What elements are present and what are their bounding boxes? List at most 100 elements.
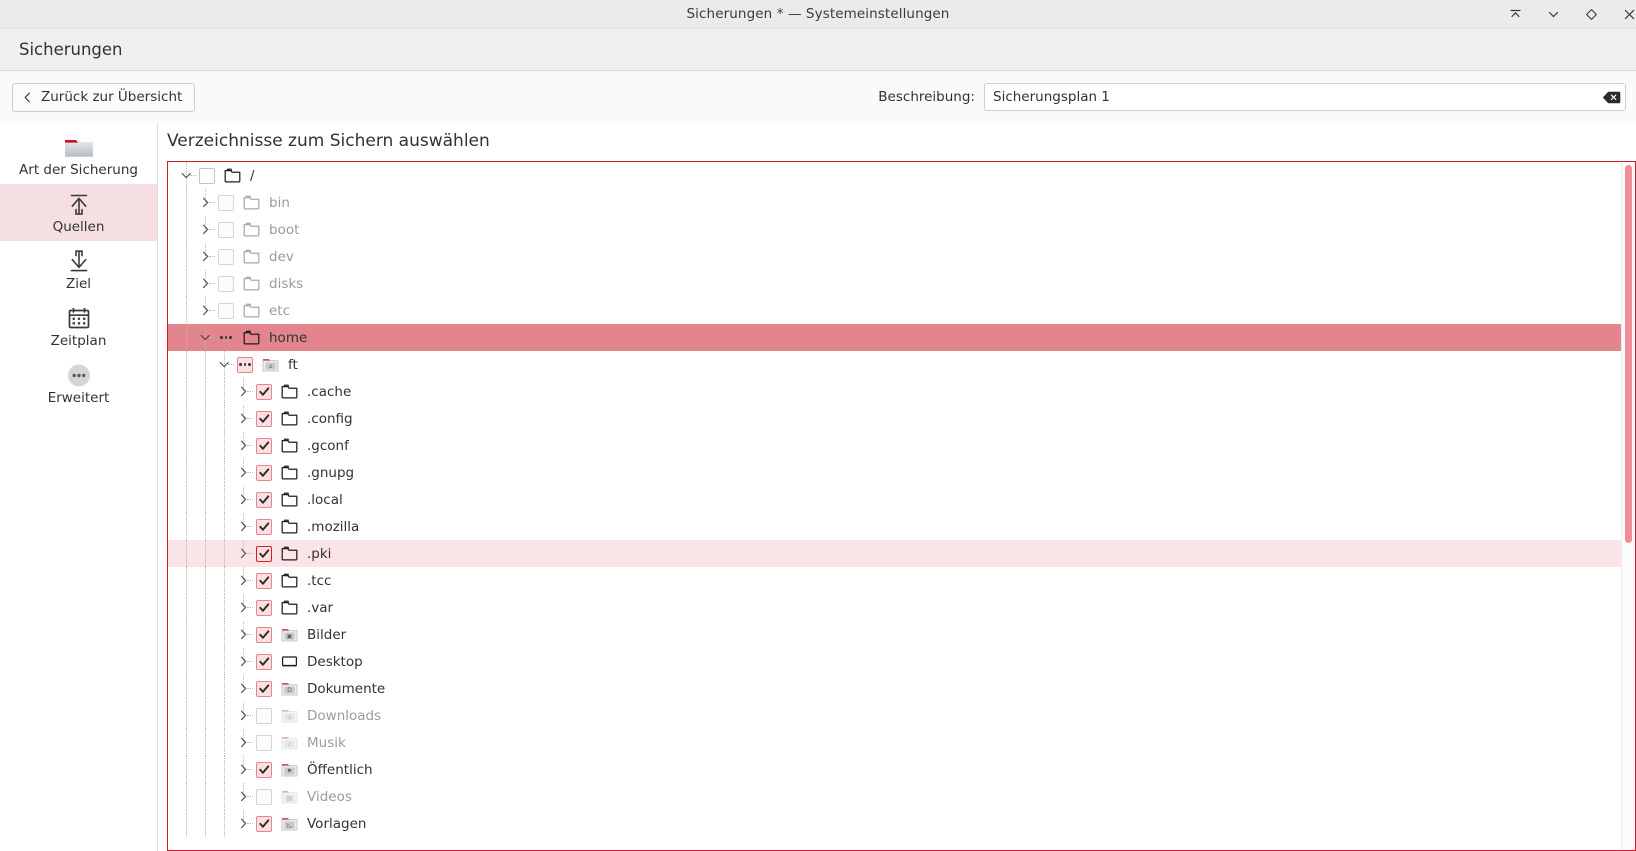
tree-guide-line — [177, 297, 196, 324]
close-icon[interactable] — [1618, 3, 1636, 25]
tree-row[interactable]: ▣ Bilder — [168, 621, 1621, 648]
tree-checkbox[interactable] — [256, 518, 272, 535]
tree-expand-icon[interactable] — [234, 756, 253, 783]
tree-collapse-icon[interactable] — [215, 351, 234, 378]
tree-row[interactable]: ▤ Videos — [168, 783, 1621, 810]
tree-expand-icon[interactable] — [234, 702, 253, 729]
tree-expand-icon[interactable] — [234, 729, 253, 756]
tree-row[interactable]: ♪ Musik — [168, 729, 1621, 756]
tree-expand-icon[interactable] — [234, 405, 253, 432]
tree-checkbox[interactable] — [256, 464, 272, 481]
tree-checkbox[interactable] — [256, 626, 272, 643]
description-input[interactable] — [985, 84, 1625, 110]
tree-checkbox[interactable] — [199, 167, 215, 184]
tree-row[interactable]: ◺ Vorlagen — [168, 810, 1621, 837]
tree-checkbox[interactable] — [256, 491, 272, 508]
tree-checkbox[interactable] — [256, 572, 272, 589]
tree-checkbox[interactable] — [256, 815, 272, 832]
tree-row[interactable]: dev — [168, 243, 1621, 270]
tree-row[interactable]: .cache — [168, 378, 1621, 405]
tree-guide-line — [196, 351, 215, 378]
tree-row[interactable]: ⌂ ft — [168, 351, 1621, 378]
scrollbar-thumb[interactable] — [1625, 165, 1632, 543]
tree-row[interactable]: D Dokumente — [168, 675, 1621, 702]
tree-expand-icon[interactable] — [196, 216, 215, 243]
tree-checkbox[interactable] — [256, 545, 272, 562]
tree-row[interactable]: Desktop — [168, 648, 1621, 675]
tree-row[interactable]: .mozilla — [168, 513, 1621, 540]
tree-row[interactable]: ↓ Downloads — [168, 702, 1621, 729]
tree-expand-icon[interactable] — [234, 594, 253, 621]
tree-indent — [168, 486, 253, 513]
clear-backspace-icon[interactable] — [1601, 90, 1621, 104]
sidebar-item-art-der-sicherung[interactable]: Art der Sicherung — [0, 127, 157, 184]
tree-expand-icon[interactable] — [234, 810, 253, 837]
tree-expand-icon[interactable] — [196, 297, 215, 324]
tree-expand-icon[interactable] — [234, 621, 253, 648]
tree-collapse-icon[interactable] — [196, 324, 215, 351]
sidebar-item-quellen[interactable]: Quellen — [0, 184, 157, 241]
tree-checkbox[interactable] — [256, 599, 272, 616]
tree-expand-icon[interactable] — [234, 783, 253, 810]
sidebar-item-erweitert[interactable]: Erweitert — [0, 355, 157, 412]
tree-checkbox[interactable] — [256, 734, 272, 751]
tree-expand-icon[interactable] — [196, 189, 215, 216]
tree-expand-icon[interactable] — [234, 378, 253, 405]
tree-expand-icon[interactable] — [234, 513, 253, 540]
tree-checkbox[interactable] — [218, 302, 234, 319]
tree-guide-line — [196, 783, 215, 810]
description-field[interactable] — [984, 83, 1626, 111]
tree-checkbox[interactable] — [237, 356, 253, 373]
tree-expand-icon[interactable] — [234, 432, 253, 459]
tree-row[interactable]: disks — [168, 270, 1621, 297]
tree-indent — [168, 324, 215, 351]
tree-row[interactable]: boot — [168, 216, 1621, 243]
sidebar-item-zeitplan[interactable]: Zeitplan — [0, 298, 157, 355]
tree-expand-icon[interactable] — [234, 540, 253, 567]
back-to-overview-button[interactable]: Zurück zur Übersicht — [12, 82, 196, 112]
tree-row[interactable]: .local — [168, 486, 1621, 513]
diamond-icon[interactable] — [1580, 3, 1602, 25]
tree-collapse-icon[interactable] — [177, 162, 196, 189]
folder-icon — [221, 162, 243, 189]
collapse-up-icon[interactable] — [1504, 3, 1526, 25]
tree-expand-icon[interactable] — [196, 243, 215, 270]
tree-row[interactable]: home — [168, 324, 1621, 351]
tree-guide-line — [215, 459, 234, 486]
vertical-scrollbar[interactable] — [1621, 162, 1635, 850]
tree-expand-icon[interactable] — [234, 486, 253, 513]
tree-checkbox[interactable] — [218, 221, 234, 238]
tree-checkbox[interactable] — [218, 194, 234, 211]
tree-checkbox[interactable] — [256, 653, 272, 670]
folder-documents-icon: D — [278, 675, 300, 702]
sidebar-item-ziel[interactable]: Ziel — [0, 241, 157, 298]
tree-checkbox[interactable] — [218, 330, 234, 346]
tree-checkbox[interactable] — [256, 383, 272, 400]
tree-expand-icon[interactable] — [234, 675, 253, 702]
tree-checkbox[interactable] — [218, 248, 234, 265]
tree-checkbox[interactable] — [256, 788, 272, 805]
tree-row[interactable]: .tcc — [168, 567, 1621, 594]
chevron-down-icon[interactable] — [1542, 3, 1564, 25]
tree-checkbox[interactable] — [218, 275, 234, 292]
tree-expand-icon[interactable] — [196, 270, 215, 297]
tree-checkbox[interactable] — [256, 761, 272, 778]
tree-guide-line — [196, 513, 215, 540]
tree-checkbox[interactable] — [256, 437, 272, 454]
tree-expand-icon[interactable] — [234, 459, 253, 486]
tree-expand-icon[interactable] — [234, 648, 253, 675]
tree-checkbox[interactable] — [256, 707, 272, 724]
tree-row[interactable]: .var — [168, 594, 1621, 621]
tree-checkbox[interactable] — [256, 410, 272, 427]
tree-checkbox[interactable] — [256, 680, 272, 697]
tree-row[interactable]: .gnupg — [168, 459, 1621, 486]
tree-row[interactable]: etc — [168, 297, 1621, 324]
tree-row[interactable]: .gconf — [168, 432, 1621, 459]
tree-row[interactable]: .config — [168, 405, 1621, 432]
tree-row[interactable]: / — [168, 162, 1621, 189]
tree-row[interactable]: ⚑ Öffentlich — [168, 756, 1621, 783]
tree-row[interactable]: bin — [168, 189, 1621, 216]
tree-row[interactable]: .pki — [168, 540, 1621, 567]
tree-expand-icon[interactable] — [234, 567, 253, 594]
content-area: Art der Sicherung Quellen Ziel Zeitplan … — [0, 123, 1636, 851]
